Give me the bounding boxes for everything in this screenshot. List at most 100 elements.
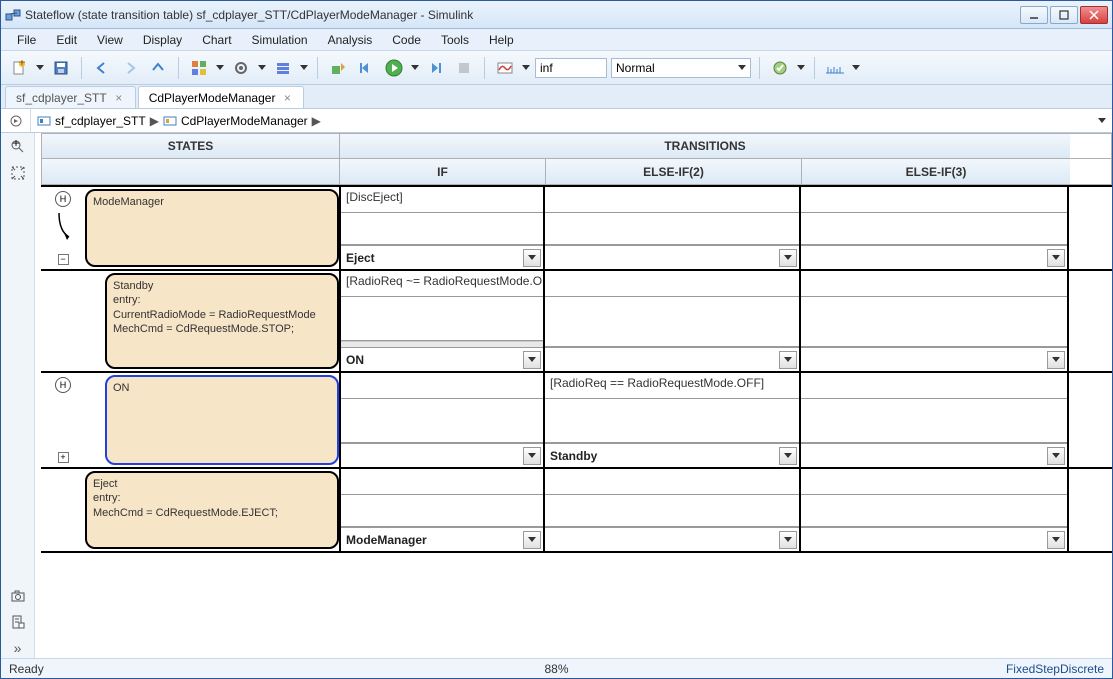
- action-cell[interactable]: [545, 213, 799, 245]
- condition-cell[interactable]: [RadioReq ~= RadioRequestMode.O: [341, 271, 543, 297]
- menu-tools[interactable]: Tools: [433, 31, 477, 49]
- action-cell[interactable]: [545, 399, 799, 443]
- condition-cell[interactable]: [341, 373, 543, 399]
- stop-time-input[interactable]: [535, 58, 607, 78]
- zoom-in-icon[interactable]: +: [8, 137, 28, 157]
- scope-dropdown[interactable]: [521, 65, 531, 70]
- fit-icon[interactable]: [8, 163, 28, 183]
- condition-cell[interactable]: [DiscEject]: [341, 187, 543, 213]
- state-box[interactable]: Standbyentry:CurrentRadioMode = RadioReq…: [105, 273, 339, 369]
- dropdown-button[interactable]: [1047, 447, 1065, 465]
- action-cell[interactable]: [801, 399, 1067, 443]
- action-cell[interactable]: [341, 495, 543, 527]
- camera-icon[interactable]: [8, 586, 28, 606]
- dropdown-button[interactable]: [1047, 351, 1065, 369]
- menu-edit[interactable]: Edit: [48, 31, 85, 49]
- close-icon[interactable]: ×: [113, 92, 125, 104]
- maximize-button[interactable]: [1050, 6, 1078, 24]
- condition-cell[interactable]: [801, 187, 1067, 213]
- destination-cell[interactable]: [545, 527, 799, 551]
- check-dropdown[interactable]: [796, 65, 806, 70]
- destination-cell[interactable]: [801, 527, 1067, 551]
- destination-cell[interactable]: [545, 347, 799, 371]
- step-back-button[interactable]: [354, 56, 378, 80]
- config-dropdown[interactable]: [257, 65, 267, 70]
- expand-button[interactable]: +: [58, 452, 69, 463]
- up-button[interactable]: [146, 56, 170, 80]
- action-cell[interactable]: [801, 495, 1067, 527]
- destination-cell[interactable]: [341, 443, 543, 467]
- menu-code[interactable]: Code: [384, 31, 429, 49]
- menu-analysis[interactable]: Analysis: [320, 31, 381, 49]
- step-forward-button[interactable]: [424, 56, 448, 80]
- model-explorer-button[interactable]: [271, 56, 295, 80]
- action-cell[interactable]: [801, 213, 1067, 245]
- minimize-button[interactable]: [1020, 6, 1048, 24]
- ruler-dropdown[interactable]: [851, 65, 861, 70]
- scope-button[interactable]: [493, 56, 517, 80]
- library-dropdown[interactable]: [215, 65, 225, 70]
- condition-cell[interactable]: [341, 469, 543, 495]
- dropdown-button[interactable]: [779, 447, 797, 465]
- action-cell[interactable]: [341, 399, 543, 443]
- breadcrumb-root[interactable]: sf_cdplayer_STT: [37, 114, 146, 128]
- library-browser-button[interactable]: [187, 56, 211, 80]
- check-button[interactable]: [768, 56, 792, 80]
- dropdown-button[interactable]: [779, 531, 797, 549]
- condition-cell[interactable]: [545, 187, 799, 213]
- condition-cell[interactable]: [RadioReq == RadioRequestMode.OFF]: [545, 373, 799, 399]
- tab-sf-cdplayer[interactable]: sf_cdplayer_STT ×: [5, 86, 136, 108]
- hide-nav-button[interactable]: [1, 109, 31, 132]
- state-box[interactable]: ON: [105, 375, 339, 465]
- dropdown-button[interactable]: [779, 249, 797, 267]
- destination-cell[interactable]: ModeManager: [341, 527, 543, 551]
- save-button[interactable]: [49, 56, 73, 80]
- destination-cell[interactable]: [545, 245, 799, 269]
- dropdown-button[interactable]: [523, 351, 541, 369]
- forward-button[interactable]: [118, 56, 142, 80]
- condition-cell[interactable]: [801, 469, 1067, 495]
- stop-button[interactable]: [452, 56, 476, 80]
- menu-view[interactable]: View: [89, 31, 131, 49]
- action-cell[interactable]: [545, 297, 799, 347]
- dropdown-button[interactable]: [523, 447, 541, 465]
- new-dropdown[interactable]: [35, 65, 45, 70]
- run-button[interactable]: [382, 56, 406, 80]
- dropdown-button[interactable]: [1047, 249, 1065, 267]
- ruler-button[interactable]: [823, 56, 847, 80]
- action-cell[interactable]: [341, 213, 543, 245]
- destination-cell[interactable]: ON: [341, 347, 543, 371]
- sim-mode-select[interactable]: Normal: [611, 58, 751, 78]
- action-cell[interactable]: [545, 495, 799, 527]
- destination-cell[interactable]: [801, 245, 1067, 269]
- collapse-button[interactable]: −: [58, 254, 69, 265]
- dropdown-button[interactable]: [779, 351, 797, 369]
- back-button[interactable]: [90, 56, 114, 80]
- condition-cell[interactable]: [801, 373, 1067, 399]
- status-solver[interactable]: FixedStepDiscrete: [657, 662, 1105, 676]
- close-icon[interactable]: ×: [281, 92, 293, 104]
- menu-file[interactable]: File: [9, 31, 44, 49]
- breadcrumb-menu-button[interactable]: [1092, 118, 1112, 123]
- dropdown-button[interactable]: [523, 531, 541, 549]
- explorer-dropdown[interactable]: [299, 65, 309, 70]
- state-box[interactable]: Ejectentry:MechCmd = CdRequestMode.EJECT…: [85, 471, 339, 549]
- new-button[interactable]: +: [7, 56, 31, 80]
- breadcrumb-chart[interactable]: CdPlayerModeManager: [163, 114, 308, 128]
- dropdown-button[interactable]: [523, 249, 541, 267]
- condition-cell[interactable]: [545, 469, 799, 495]
- destination-cell[interactable]: [801, 443, 1067, 467]
- condition-cell[interactable]: [801, 271, 1067, 297]
- menu-display[interactable]: Display: [135, 31, 190, 49]
- config-button[interactable]: [229, 56, 253, 80]
- run-dropdown[interactable]: [410, 65, 420, 70]
- destination-cell[interactable]: [801, 347, 1067, 371]
- tab-cdplayermodemanager[interactable]: CdPlayerModeManager ×: [138, 86, 305, 108]
- action-cell[interactable]: [341, 297, 543, 341]
- menu-help[interactable]: Help: [481, 31, 522, 49]
- action-cell[interactable]: [801, 297, 1067, 347]
- expand-gutter-icon[interactable]: »: [8, 638, 28, 658]
- menu-simulation[interactable]: Simulation: [244, 31, 316, 49]
- close-button[interactable]: [1080, 6, 1108, 24]
- condition-cell[interactable]: [545, 271, 799, 297]
